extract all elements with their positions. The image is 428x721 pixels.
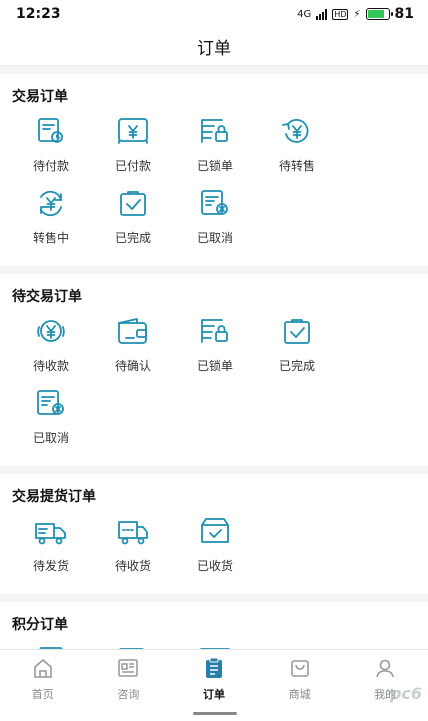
order-status-label: 已锁单	[196, 359, 233, 373]
section-title: 交易订单	[12, 89, 68, 105]
locked-order-icon	[198, 316, 232, 350]
tab-order[interactable]: 订单	[171, 650, 257, 721]
network-label: 4G	[297, 8, 312, 20]
tab-mall[interactable]: 商城	[257, 650, 343, 721]
order-status-item[interactable]: 已锁单	[174, 316, 256, 388]
order-section: 交易订单待付款 已付款 已锁单 待转售转售中 已完成 已取消	[0, 74, 428, 266]
completed-icon	[280, 316, 314, 350]
locked-order-icon	[198, 116, 232, 150]
signal-icon	[316, 8, 328, 20]
received-icon	[198, 516, 232, 550]
profile-icon	[374, 657, 396, 683]
pending-delivery-icon	[116, 516, 150, 550]
pending-payment-icon	[34, 116, 68, 150]
status-bar: 12:23 4G HD ⚡ 81	[0, 0, 428, 28]
order-status-label: 待确认	[114, 359, 151, 373]
order-status-grid: 待收款 待确认 已锁单 已完成已取消	[10, 316, 418, 460]
tab-news[interactable]: 咨询	[86, 650, 172, 721]
bottom-tab-bar: 首页 咨询 订单 商城 我的	[0, 649, 428, 721]
order-status-item[interactable]: 待收款	[10, 316, 92, 388]
home-icon	[32, 657, 54, 683]
order-status-item[interactable]: 转售中	[10, 188, 92, 260]
order-status-label: 已取消	[196, 231, 233, 245]
order-section: 待交易订单待收款 待确认 已锁单 已完成已取消	[0, 274, 428, 466]
order-status-label: 待收货	[114, 559, 151, 573]
order-status-grid: 待发货 待收货 已收货	[10, 516, 418, 588]
order-status-item[interactable]: 待转售	[256, 116, 338, 188]
order-status-item[interactable]: 已收货	[174, 516, 256, 588]
order-status-label: 已锁单	[196, 159, 233, 173]
order-status-label: 已完成	[278, 359, 315, 373]
pending-shipment-icon	[34, 516, 68, 550]
paid-icon	[116, 116, 150, 150]
order-status-item[interactable]: 已锁单	[174, 116, 256, 188]
order-status-item[interactable]: 已完成	[92, 188, 174, 260]
home-indicator[interactable]	[193, 712, 237, 715]
order-status-label: 已付款	[114, 159, 151, 173]
section-title: 积分订单	[12, 617, 68, 633]
status-icons: 4G HD ⚡ 81	[297, 6, 414, 22]
order-status-item[interactable]: 已取消	[174, 188, 256, 260]
order-icon	[203, 657, 225, 683]
order-status-label: 已完成	[114, 231, 151, 245]
cancelled-icon	[34, 388, 68, 422]
order-status-label: 待付款	[32, 159, 69, 173]
order-status-item[interactable]: 待确认	[92, 316, 174, 388]
top-nav: 订单	[0, 28, 428, 66]
battery-fill	[367, 10, 384, 18]
order-status-item[interactable]: 待付款	[10, 116, 92, 188]
order-status-label: 转售中	[32, 231, 69, 245]
status-time: 12:23	[16, 6, 61, 22]
cancelled-icon	[198, 188, 232, 222]
order-status-item[interactable]: 待收货	[92, 516, 174, 588]
order-status-grid: 待付款 已付款 已锁单 待转售转售中 已完成 已取消	[10, 116, 418, 260]
tab-label: 订单	[202, 688, 225, 701]
order-status-label: 已取消	[32, 431, 69, 445]
order-status-item[interactable]: 已付款	[92, 116, 174, 188]
charging-icon: ⚡	[353, 8, 361, 20]
tab-label: 咨询	[117, 688, 140, 701]
battery-percent: 81	[394, 6, 414, 22]
pending-receipt-icon	[34, 316, 68, 350]
battery-icon	[365, 8, 393, 20]
order-sections: 交易订单 待付款 已付款 已锁单 待转售 转售中 已完成 已取消 待交易订单 待收款 待确认 已锁单已…	[0, 74, 428, 721]
page-title: 订单	[197, 39, 231, 59]
order-status-label: 待收款	[32, 359, 69, 373]
news-icon	[117, 657, 139, 683]
hd-icon: HD	[332, 8, 349, 20]
order-status-label: 待发货	[32, 559, 69, 573]
order-status-label: 已收货	[196, 559, 233, 573]
order-status-item[interactable]: 已取消	[10, 388, 92, 460]
order-section: 交易提货订单待发货 待收货 已收货	[0, 474, 428, 594]
section-title: 待交易订单	[12, 289, 82, 305]
completed-icon	[116, 188, 150, 222]
order-status-item[interactable]: 已完成	[256, 316, 338, 388]
order-status-label: 待转售	[278, 159, 315, 173]
section-title: 交易提货订单	[12, 489, 96, 505]
tab-label: 首页	[31, 688, 54, 701]
watermark-logo: pc6	[389, 684, 422, 703]
tab-label: 商城	[288, 688, 311, 701]
pending-confirm-icon	[116, 316, 150, 350]
mall-icon	[289, 657, 311, 683]
order-status-item[interactable]: 待发货	[10, 516, 92, 588]
reselling-icon	[34, 188, 68, 222]
tab-home[interactable]: 首页	[0, 650, 86, 721]
pending-resale-icon	[280, 116, 314, 150]
